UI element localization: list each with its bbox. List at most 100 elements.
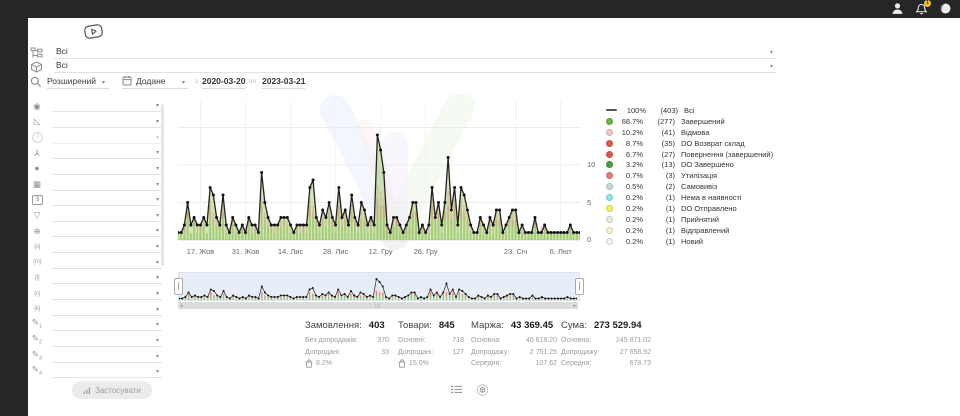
product-type-select[interactable]: ▾ — [52, 178, 162, 191]
x-axis-label: 17. Жов — [179, 247, 223, 256]
scroll-right-arrow[interactable]: ▸ — [573, 303, 576, 309]
utm-campaign-select[interactable]: ▾ — [52, 303, 162, 316]
utm-term-icon: {t} — [30, 273, 44, 283]
legend-item[interactable]: 0.5%(2)Самовивіз — [606, 181, 773, 192]
legend-item[interactable]: 0.7%(3)Утилізація — [606, 170, 773, 181]
bell-icon[interactable]: 1 — [915, 2, 928, 15]
search-icon[interactable] — [30, 76, 42, 88]
manager-select[interactable]: ▾ — [52, 162, 162, 175]
custom-field-icon: ✎3 — [30, 349, 44, 364]
scroll-grip[interactable]: ||| — [375, 303, 382, 308]
sidebar — [0, 0, 28, 416]
date-from-input[interactable]: 2020-03-20 — [202, 76, 245, 89]
filter-row-custom-field: ✎2▾ — [30, 333, 162, 349]
legend-count: (13) — [650, 160, 675, 169]
chevron-down-icon: ▾ — [156, 368, 159, 375]
scroll-left-arrow[interactable]: ◂ — [180, 303, 183, 309]
theme-toggle-icon[interactable] — [939, 2, 952, 15]
navigator-right-handle[interactable] — [575, 278, 584, 295]
legend-swatch — [606, 205, 613, 212]
legend-label: DO Возврат склад — [681, 139, 745, 148]
chart-navigator[interactable] — [178, 272, 580, 301]
date-to-input[interactable]: 2023-03-21 — [262, 76, 305, 89]
custom-field-select[interactable]: ▾ — [52, 334, 162, 347]
legend-swatch — [606, 151, 613, 158]
legend-item[interactable]: 0.2%(1)Прийнятий — [606, 214, 773, 225]
user-icon[interactable] — [891, 2, 904, 15]
unknown-select[interactable]: ▾ — [53, 131, 162, 144]
apply-button[interactable]: Застосувати — [72, 381, 152, 399]
structure-select[interactable]: ▾ — [52, 146, 162, 159]
legend-count: (1) — [650, 226, 675, 235]
navigator-left-handle[interactable] — [174, 278, 183, 295]
stat-sub-row: Середня:678.73 — [561, 358, 651, 370]
product-filter-select[interactable]: Всі▾ — [54, 60, 776, 73]
status-filter-select[interactable]: Всі▾ — [54, 46, 776, 59]
payment-select[interactable]: ▾ — [53, 193, 162, 206]
date-field-value: Додане — [136, 76, 166, 86]
chevron-down-icon: ▾ — [156, 259, 159, 266]
custom-field-select[interactable]: ▾ — [52, 350, 162, 363]
legend-item[interactable]: 0.2%(1)Новий — [606, 236, 773, 247]
legend-item[interactable]: 0.2%(1)Нема в наявності — [606, 192, 773, 203]
legend-swatch — [606, 109, 617, 111]
legend-label: Відправлений — [681, 226, 729, 235]
stats-source-select[interactable]: ▾ — [52, 115, 162, 128]
utm-medium-select[interactable]: ▾ — [52, 256, 162, 269]
chevron-down-icon: ▾ — [156, 306, 159, 313]
status-filter-value: Всі — [56, 46, 68, 56]
legend-item[interactable]: 8.7%(35)DO Возврат склад — [606, 138, 773, 149]
country-select[interactable]: ▾ — [52, 99, 162, 112]
filter-row-utm-source: {s}▾ — [30, 239, 162, 255]
search-mode-select[interactable]: Розширений▾ — [47, 76, 109, 89]
legend-item[interactable]: 68.7%(277)Завершений — [606, 116, 773, 127]
date-field-select[interactable]: Додане▾ — [122, 75, 188, 89]
custom-field-select[interactable]: ▾ — [52, 318, 162, 331]
legend-label: DO Завершено — [681, 160, 734, 169]
x-axis: 17. Жов31. Жов14. Лис28. Лис12. Гру26. Г… — [178, 247, 580, 257]
legend-item[interactable]: 100%(403)Всі — [606, 105, 773, 116]
legend-swatch — [606, 216, 613, 223]
filter-row-site: ⊕▾ — [30, 223, 162, 239]
funnel-icon: ▽ — [30, 210, 44, 220]
legend-item[interactable]: 0.2%(1)DO Отправлено — [606, 203, 773, 214]
utm-source-select[interactable]: ▾ — [52, 240, 162, 253]
legend-label: Відмова — [681, 128, 709, 137]
legend-count: (1) — [650, 237, 675, 246]
chevron-down-icon: ▾ — [156, 102, 159, 109]
legend-count: (403) — [653, 106, 678, 115]
site-select[interactable]: ▾ — [52, 224, 162, 237]
filter-row-structure: ⅄▾ — [30, 145, 162, 161]
legend-count: (277) — [650, 117, 675, 126]
stat-col-1: Замовлення:403Без допродажів:370Допродан… — [305, 320, 389, 370]
product-filter-value: Всі — [56, 60, 68, 70]
funnel-select[interactable]: ▾ — [52, 209, 162, 222]
chart-scrollbar[interactable]: ◂ ||| ▸ — [178, 302, 578, 309]
utm-term-select[interactable]: ▾ — [52, 271, 162, 284]
chart-bars-icon — [83, 386, 91, 395]
structure-icon: ⅄ — [30, 148, 44, 158]
x-axis-label: 31. Жов — [224, 247, 268, 256]
legend-swatch — [606, 183, 613, 190]
legend-percent: 0.2% — [618, 204, 643, 213]
filter-row-utm-campaign: {k} ▾ — [30, 301, 162, 317]
filter-row-utm-content: {c}▾ — [30, 286, 162, 302]
custom-field-select[interactable]: ▾ — [52, 365, 162, 378]
filter-row-custom-field: ✎3 ▾ — [30, 348, 162, 364]
filter-side-rows: ◉▾◺▾?▾⅄▾●▾▦▾$▾▽▾⊕▾{s}▾{m}▾{t}▾{c}▾{k}▾✎1… — [30, 98, 162, 380]
legend-item[interactable]: 0.2%(1)Відправлений — [606, 225, 773, 236]
legend-swatch — [606, 140, 613, 147]
legend-percent: 100% — [621, 106, 646, 115]
utm-content-select[interactable]: ▾ — [52, 287, 162, 300]
legend-item[interactable]: 3.2%(13)DO Завершено — [606, 159, 773, 170]
list-view-icon[interactable] — [450, 384, 463, 396]
chevron-down-icon: ▾ — [156, 321, 159, 328]
legend-item[interactable]: 10.2%(41)Відмова — [606, 127, 773, 138]
legend-item[interactable]: 6.7%(27)Повернення (завершений) — [606, 149, 773, 160]
video-tutorial-icon[interactable] — [83, 23, 104, 41]
stat-sub-row: Допродані:127 — [398, 347, 464, 359]
utm-campaign-icon: {k} — [30, 304, 44, 314]
chevron-down-icon: ▾ — [156, 337, 159, 344]
filter-panel-scrollbar[interactable] — [161, 104, 164, 266]
products-view-icon[interactable] — [476, 384, 489, 396]
